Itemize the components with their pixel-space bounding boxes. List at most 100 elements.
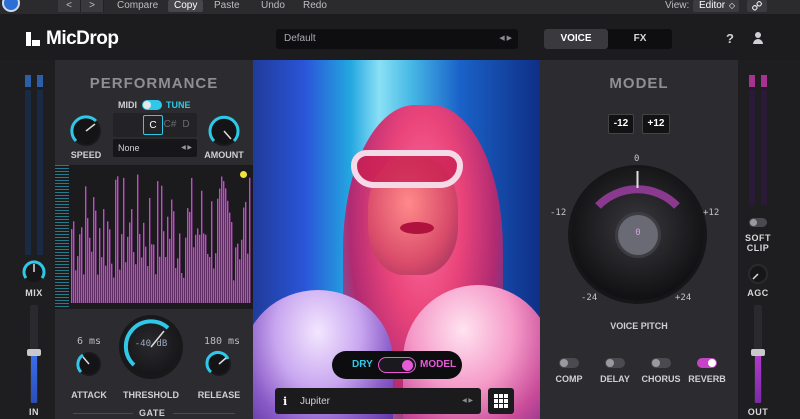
midi-tune-toggle[interactable] <box>142 100 162 110</box>
output-gain-fader[interactable] <box>751 305 765 403</box>
threshold-knob[interactable]: -40 dB <box>122 318 180 376</box>
voice-arrows-icon[interactable]: ◀ ▶ <box>462 397 473 404</box>
waveform-bar <box>241 239 243 303</box>
back-button[interactable]: < <box>58 0 81 12</box>
waveform-bar <box>201 190 203 303</box>
soft-clip-toggle[interactable] <box>749 218 767 227</box>
waveform-marker[interactable] <box>240 171 247 178</box>
waveform-bar <box>77 256 79 303</box>
waveform-bar <box>189 211 191 303</box>
waveform-bar <box>89 237 91 303</box>
waveform-bar <box>235 247 237 303</box>
waveform-bar <box>171 199 173 303</box>
mix-knob[interactable] <box>20 258 48 286</box>
input-gain-fader[interactable] <box>27 305 41 403</box>
preset-arrows-icon[interactable]: ◀ ▶ <box>499 29 512 49</box>
waveform-bar <box>209 256 211 303</box>
speed-label: SPEED <box>70 150 102 160</box>
waveform-bar <box>97 274 99 303</box>
chorus-toggle[interactable] <box>651 358 671 368</box>
waveform-bar <box>231 222 233 303</box>
waveform-bar <box>243 207 245 303</box>
in-label: IN <box>29 407 39 417</box>
release-value: 180 ms <box>203 336 241 347</box>
pitch-waveform-display <box>55 165 253 309</box>
view-label: View: <box>665 0 690 11</box>
waveform-bar <box>155 274 157 303</box>
waveform-bar <box>147 266 149 303</box>
host-toolbar: < > Compare Copy Paste Undo Redo View: E… <box>0 0 800 14</box>
attack-knob[interactable] <box>74 349 104 379</box>
comp-label: COMP <box>555 374 583 384</box>
threshold-value: -40 dB <box>134 339 168 349</box>
waveform-bar <box>187 208 189 303</box>
dry-model-toggle[interactable] <box>378 357 416 373</box>
voice-browser-grid-button[interactable] <box>488 388 514 414</box>
waveform-bar <box>135 264 137 303</box>
waveform-bar <box>149 197 151 303</box>
undo-button[interactable]: Undo <box>255 0 291 12</box>
key-d[interactable]: D <box>176 115 196 135</box>
forward-button[interactable]: > <box>81 0 104 12</box>
waveform-bar <box>143 222 145 303</box>
reverb-toggle[interactable] <box>697 358 717 368</box>
waveform-bar <box>79 234 81 303</box>
help-button[interactable]: ? <box>726 31 734 46</box>
paste-button[interactable]: Paste <box>208 0 246 12</box>
redo-button[interactable]: Redo <box>297 0 333 12</box>
waveform-bar <box>87 218 89 303</box>
scale-arrows-icon[interactable]: ◀ ▶ <box>181 139 192 157</box>
artwork-lips <box>400 222 434 234</box>
speed-knob[interactable] <box>68 113 104 149</box>
out-meter-left <box>749 90 755 205</box>
waveform-bar <box>205 234 207 303</box>
compare-button[interactable]: Compare <box>111 0 164 12</box>
view-select[interactable]: Editor ◇ <box>693 0 739 12</box>
output-gain-thumb[interactable] <box>751 349 765 356</box>
amount-knob[interactable] <box>206 113 242 149</box>
waveform-bar <box>227 200 229 303</box>
voice-model-name: Jupiter <box>300 396 331 407</box>
waveform-bar <box>117 176 119 303</box>
waveform-bar <box>203 233 205 303</box>
out-meter-right <box>761 90 767 205</box>
info-icon[interactable]: i <box>283 395 287 408</box>
in-meter-left <box>25 90 31 255</box>
preset-name: Default <box>284 33 316 44</box>
waveform-bar <box>113 277 115 303</box>
mode-tabs: VOICE FX <box>544 29 672 49</box>
voice-model-selector[interactable]: i Jupiter ◀ ▶ <box>275 388 481 414</box>
preset-selector[interactable]: Default ◀ ▶ <box>276 29 518 49</box>
delay-toggle[interactable] <box>605 358 625 368</box>
comp-toggle[interactable] <box>559 358 579 368</box>
waveform-bar <box>81 227 83 303</box>
waveform-bar <box>185 237 187 303</box>
host-nav: < > <box>58 0 104 12</box>
voice-pitch-label: VOICE PITCH <box>610 321 668 331</box>
voice-pitch-knob[interactable]: 0 <box>571 168 704 301</box>
pitch-down-12-button[interactable]: -12 <box>608 114 634 134</box>
tab-fx[interactable]: FX <box>608 29 672 49</box>
out-meter-cap-left <box>749 75 755 87</box>
release-knob[interactable] <box>204 349 234 379</box>
waveform-bar <box>75 270 77 303</box>
model-panel: MODEL -12 +12 0 -12 +12 -24 +24 0 VOICE … <box>540 60 738 419</box>
link-button[interactable] <box>747 0 767 12</box>
agc-knob[interactable] <box>746 262 770 286</box>
tab-voice[interactable]: VOICE <box>544 29 608 49</box>
pitch-tick-minus12: -12 <box>550 208 567 218</box>
waveform-bar <box>233 280 235 303</box>
user-icon[interactable] <box>752 32 764 44</box>
input-gain-thumb[interactable] <box>27 349 41 356</box>
pitch-up-12-button[interactable]: +12 <box>642 114 670 134</box>
waveform-bar <box>183 277 185 303</box>
waveform-bar <box>223 181 225 303</box>
copy-button[interactable]: Copy <box>168 0 204 12</box>
artwork-sunglasses <box>351 150 463 188</box>
view-select-value: Editor <box>699 0 726 11</box>
waveform-bar <box>193 247 195 303</box>
model-title: MODEL <box>609 75 669 92</box>
scale-select[interactable]: None ◀ ▶ <box>113 139 197 157</box>
waveform-bar <box>159 256 161 303</box>
waveform-bar <box>107 221 109 303</box>
